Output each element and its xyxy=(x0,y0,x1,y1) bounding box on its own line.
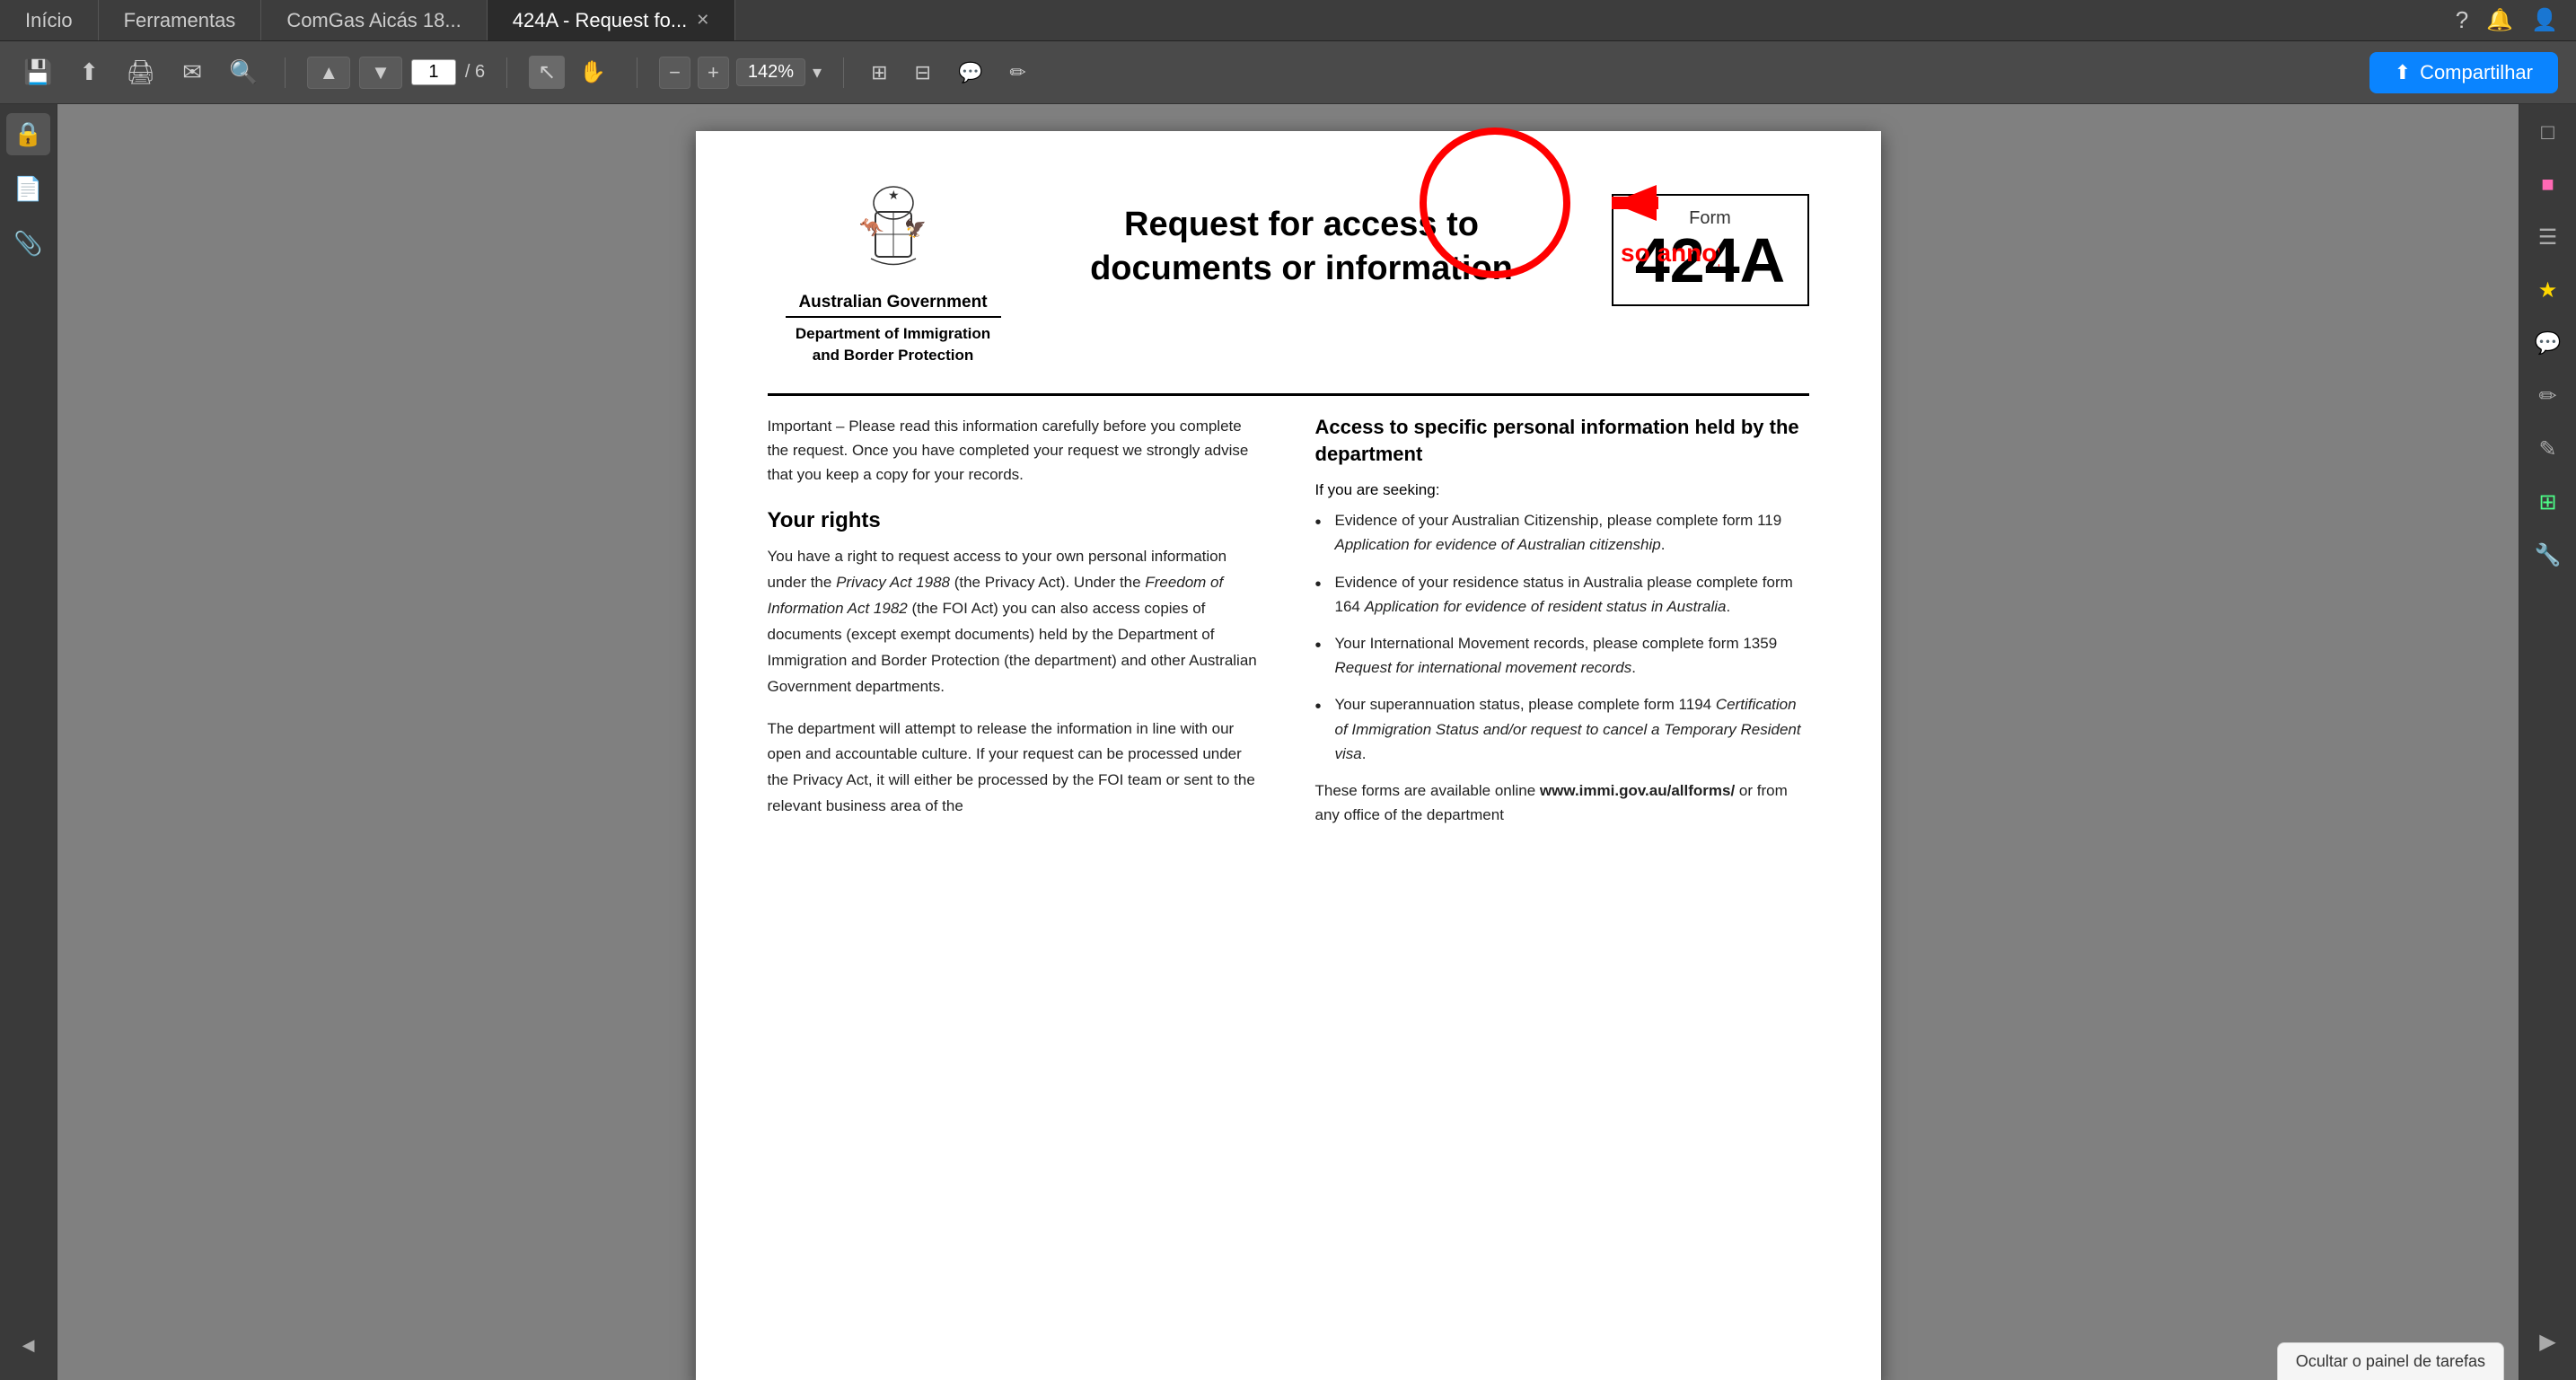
search-icon[interactable]: 🔍 xyxy=(224,53,263,92)
right-column: Access to specific personal information … xyxy=(1315,414,1809,836)
share-button[interactable]: ⬆ Compartilhar xyxy=(2369,52,2558,93)
pdf-page: so annoying 🦘 🦅 xyxy=(696,131,1881,1380)
bell-icon[interactable]: 🔔 xyxy=(2486,7,2513,33)
toolbar-separator-4 xyxy=(843,57,844,88)
bullet-item-4: Your superannuation status, please compl… xyxy=(1315,692,1809,766)
header-right-icons: ? 🔔 👤 xyxy=(2456,0,2576,40)
zoom-in-button[interactable]: + xyxy=(698,57,729,89)
comment-icon[interactable]: 💬 xyxy=(953,56,988,90)
bottom-task-panel[interactable]: Ocultar o painel de tarefas xyxy=(2277,1342,2504,1380)
user-icon[interactable]: 👤 xyxy=(2531,7,2558,33)
available-text: These forms are available online www.imm… xyxy=(1315,778,1809,827)
tab-inicio[interactable]: Início xyxy=(0,0,99,40)
email-icon[interactable]: ✉ xyxy=(177,53,207,92)
bullet-item-1: Evidence of your Australian Citizenship,… xyxy=(1315,508,1809,557)
next-page-button[interactable]: ▼ xyxy=(359,57,402,89)
bullet-item-3: Your International Movement records, ple… xyxy=(1315,631,1809,680)
fit-width-icon[interactable]: ⊟ xyxy=(910,56,936,90)
your-rights-body-2: The department will attempt to release t… xyxy=(768,716,1262,821)
svg-text:🦅: 🦅 xyxy=(904,217,927,239)
bullet-item-2: Evidence of your residence status in Aus… xyxy=(1315,570,1809,619)
main-area: 🔒 📄 📎 ◀ so annoying xyxy=(0,104,2576,1380)
annotate-icon[interactable]: ✏ xyxy=(1004,56,1031,90)
document-title: Request for access to documents or infor… xyxy=(1090,203,1513,292)
document-title-section: Request for access to documents or infor… xyxy=(1019,185,1585,292)
help-icon[interactable]: ? xyxy=(2456,6,2468,34)
left-sidebar: 🔒 📄 📎 ◀ xyxy=(0,104,57,1380)
svg-text:🦘: 🦘 xyxy=(859,216,884,239)
page-total: / 6 xyxy=(465,62,485,83)
toolbar-separator-1 xyxy=(285,57,286,88)
right-panel-icon-4[interactable]: ★ xyxy=(2531,270,2565,311)
government-crest: 🦘 🦅 ★ xyxy=(840,185,947,284)
share-icon: ⬆ xyxy=(2395,61,2411,84)
right-panel-icon-1[interactable]: □ xyxy=(2534,113,2562,153)
access-heading: Access to specific personal information … xyxy=(1315,414,1809,470)
zoom-dropdown-button[interactable]: ▾ xyxy=(813,61,822,84)
your-rights-body-1: You have a right to request access to yo… xyxy=(768,544,1262,699)
right-panel-icon-5[interactable]: 💬 xyxy=(2528,323,2569,364)
cursor-tools: ↖ ✋ xyxy=(529,56,615,89)
right-panel-icon-7[interactable]: ✎ xyxy=(2531,429,2563,470)
document-header: 🦘 🦅 ★ Australian Government Department o… xyxy=(768,185,1809,366)
svg-text:★: ★ xyxy=(888,188,900,202)
prev-page-button[interactable]: ▲ xyxy=(307,57,350,89)
header-divider xyxy=(768,393,1809,396)
if-seeking-text: If you are seeking: xyxy=(1315,481,1809,499)
select-tool-button[interactable]: ↖ xyxy=(529,56,565,89)
lock-icon[interactable]: 🔒 xyxy=(6,113,49,155)
fit-page-icon[interactable]: ⊞ xyxy=(866,56,892,90)
tab-close-icon[interactable]: ✕ xyxy=(696,11,709,30)
pages-icon[interactable]: 📄 xyxy=(6,168,49,210)
page-navigation: ▲ ▼ / 6 xyxy=(307,57,485,89)
tab-comgas[interactable]: ComGas Aicás 18... xyxy=(261,0,487,40)
tab-bar: Início Ferramentas ComGas Aicás 18... 42… xyxy=(0,0,2576,41)
tab-ferramentas[interactable]: Ferramentas xyxy=(99,0,262,40)
website-link[interactable]: www.immi.gov.au/allforms/ xyxy=(1540,782,1735,799)
left-column: Important – Please read this information… xyxy=(768,414,1262,836)
toolbar-separator-2 xyxy=(506,57,507,88)
collapse-left-button[interactable]: ◀ xyxy=(15,1329,42,1362)
form-number: 424A xyxy=(1631,229,1789,292)
save-icon[interactable]: 💾 xyxy=(18,53,57,92)
government-name: Australian Government xyxy=(786,293,1001,318)
tab-424a[interactable]: 424A - Request fo... ✕ xyxy=(488,0,736,40)
bullet-list: Evidence of your Australian Citizenship,… xyxy=(1315,508,1809,766)
right-sidebar: □ ■ ☰ ★ 💬 ✏ ✎ ⊞ 🔧 ▶ xyxy=(2519,104,2576,1380)
upload-icon[interactable]: ⬆ xyxy=(74,53,104,92)
hand-tool-button[interactable]: ✋ xyxy=(570,56,615,89)
page-number-input[interactable] xyxy=(411,59,456,85)
right-panel-icon-2[interactable]: ■ xyxy=(2534,165,2562,205)
zoom-level-display[interactable]: 142% xyxy=(736,58,805,86)
department-name: Department of Immigration and Border Pro… xyxy=(786,323,1001,366)
important-text: Important – Please read this information… xyxy=(768,414,1262,488)
attachments-icon[interactable]: 📎 xyxy=(6,223,49,265)
right-panel-icon-9[interactable]: 🔧 xyxy=(2528,535,2569,576)
form-number-box: Form 424A xyxy=(1612,194,1809,306)
logo-section: 🦘 🦅 ★ Australian Government Department o… xyxy=(768,185,1019,366)
right-panel-icon-6[interactable]: ✏ xyxy=(2531,376,2563,417)
zoom-controls: − + 142% ▾ xyxy=(659,57,822,89)
right-panel-icon-8[interactable]: ⊞ xyxy=(2531,482,2563,523)
toolbar: 💾 ⬆ 🖨 ✉ 🔍 ▲ ▼ / 6 ↖ ✋ − + 142% ▾ ⊞ ⊟ 💬 ✏… xyxy=(0,41,2576,104)
right-panel-icon-3[interactable]: ☰ xyxy=(2531,217,2565,258)
print-icon[interactable]: 🖨 xyxy=(120,53,161,92)
your-rights-heading: Your rights xyxy=(768,508,1262,533)
right-panel-collapse[interactable]: ▶ xyxy=(2532,1322,2563,1362)
document-content: Important – Please read this information… xyxy=(768,414,1809,836)
pdf-viewer[interactable]: so annoying 🦘 🦅 xyxy=(57,104,2519,1380)
zoom-out-button[interactable]: − xyxy=(659,57,690,89)
